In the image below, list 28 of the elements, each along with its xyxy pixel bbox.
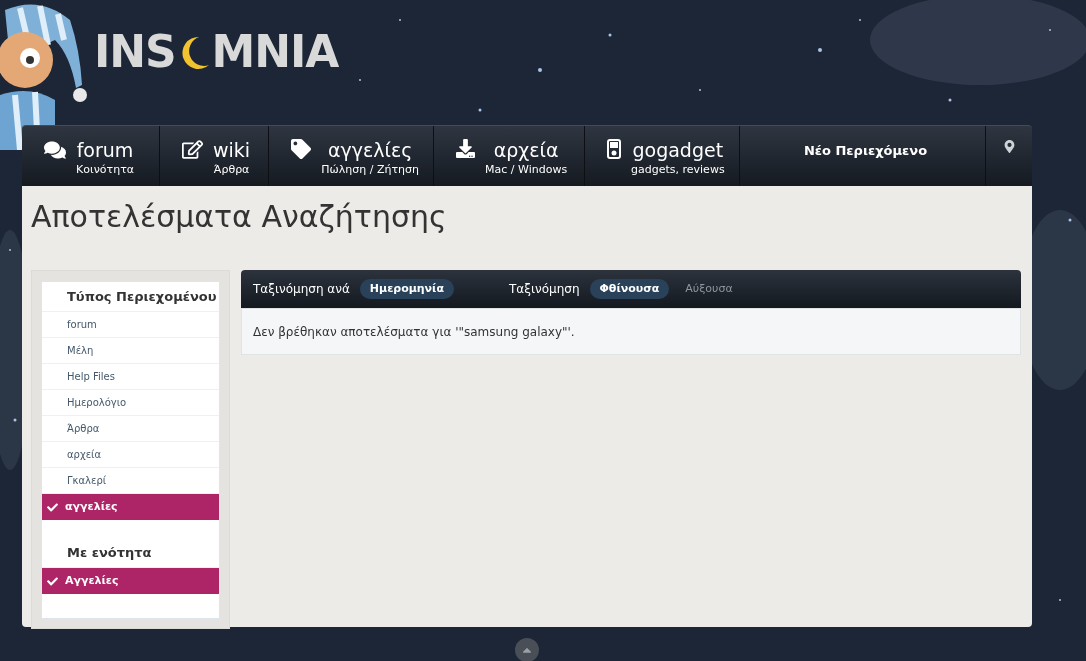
filter-item[interactable]: Ημερολόγιο xyxy=(42,390,219,416)
page-title: Αποτελέσματα Αναζήτησης xyxy=(31,199,448,235)
filter-item[interactable]: Help Files xyxy=(42,364,219,390)
filter-heading: Τύπος Περιεχομένου xyxy=(42,282,219,312)
sort-label: Ταξινόμηση xyxy=(509,281,580,298)
tag-icon xyxy=(291,139,312,159)
no-results-message: Δεν βρέθηκαν αποτελέσματα για '"samsung galaxy"'. xyxy=(253,323,575,341)
map-pin-icon xyxy=(1002,140,1016,153)
site-logo[interactable]: INS MNIA xyxy=(94,30,339,74)
filter-item[interactable]: αγγελίες xyxy=(42,494,219,520)
sort-option[interactable]: Ημερομηνία xyxy=(359,279,454,299)
filter-item[interactable]: Άρθρα xyxy=(42,416,219,442)
scroll-top-button[interactable] xyxy=(515,638,539,661)
download-icon xyxy=(456,139,476,158)
filter-item[interactable]: forum xyxy=(42,312,219,338)
filter-item[interactable]: Μέλη xyxy=(42,338,219,364)
filter-item[interactable]: αρχεία xyxy=(42,442,219,468)
sort-label: Ταξινόμηση ανά xyxy=(253,281,350,298)
sort-option[interactable]: Φθίνουσα xyxy=(589,279,670,299)
filter-item[interactable]: Αγγελίες xyxy=(42,568,219,594)
sort-option[interactable]: Αύξουσα xyxy=(679,279,739,299)
check-icon xyxy=(47,501,58,513)
media-player-icon xyxy=(607,139,621,159)
logo-text: MNIA xyxy=(211,30,339,74)
logo-text: INS xyxy=(94,30,176,74)
check-icon xyxy=(47,575,58,587)
edit-icon xyxy=(182,139,204,160)
chat-icon xyxy=(44,139,66,161)
